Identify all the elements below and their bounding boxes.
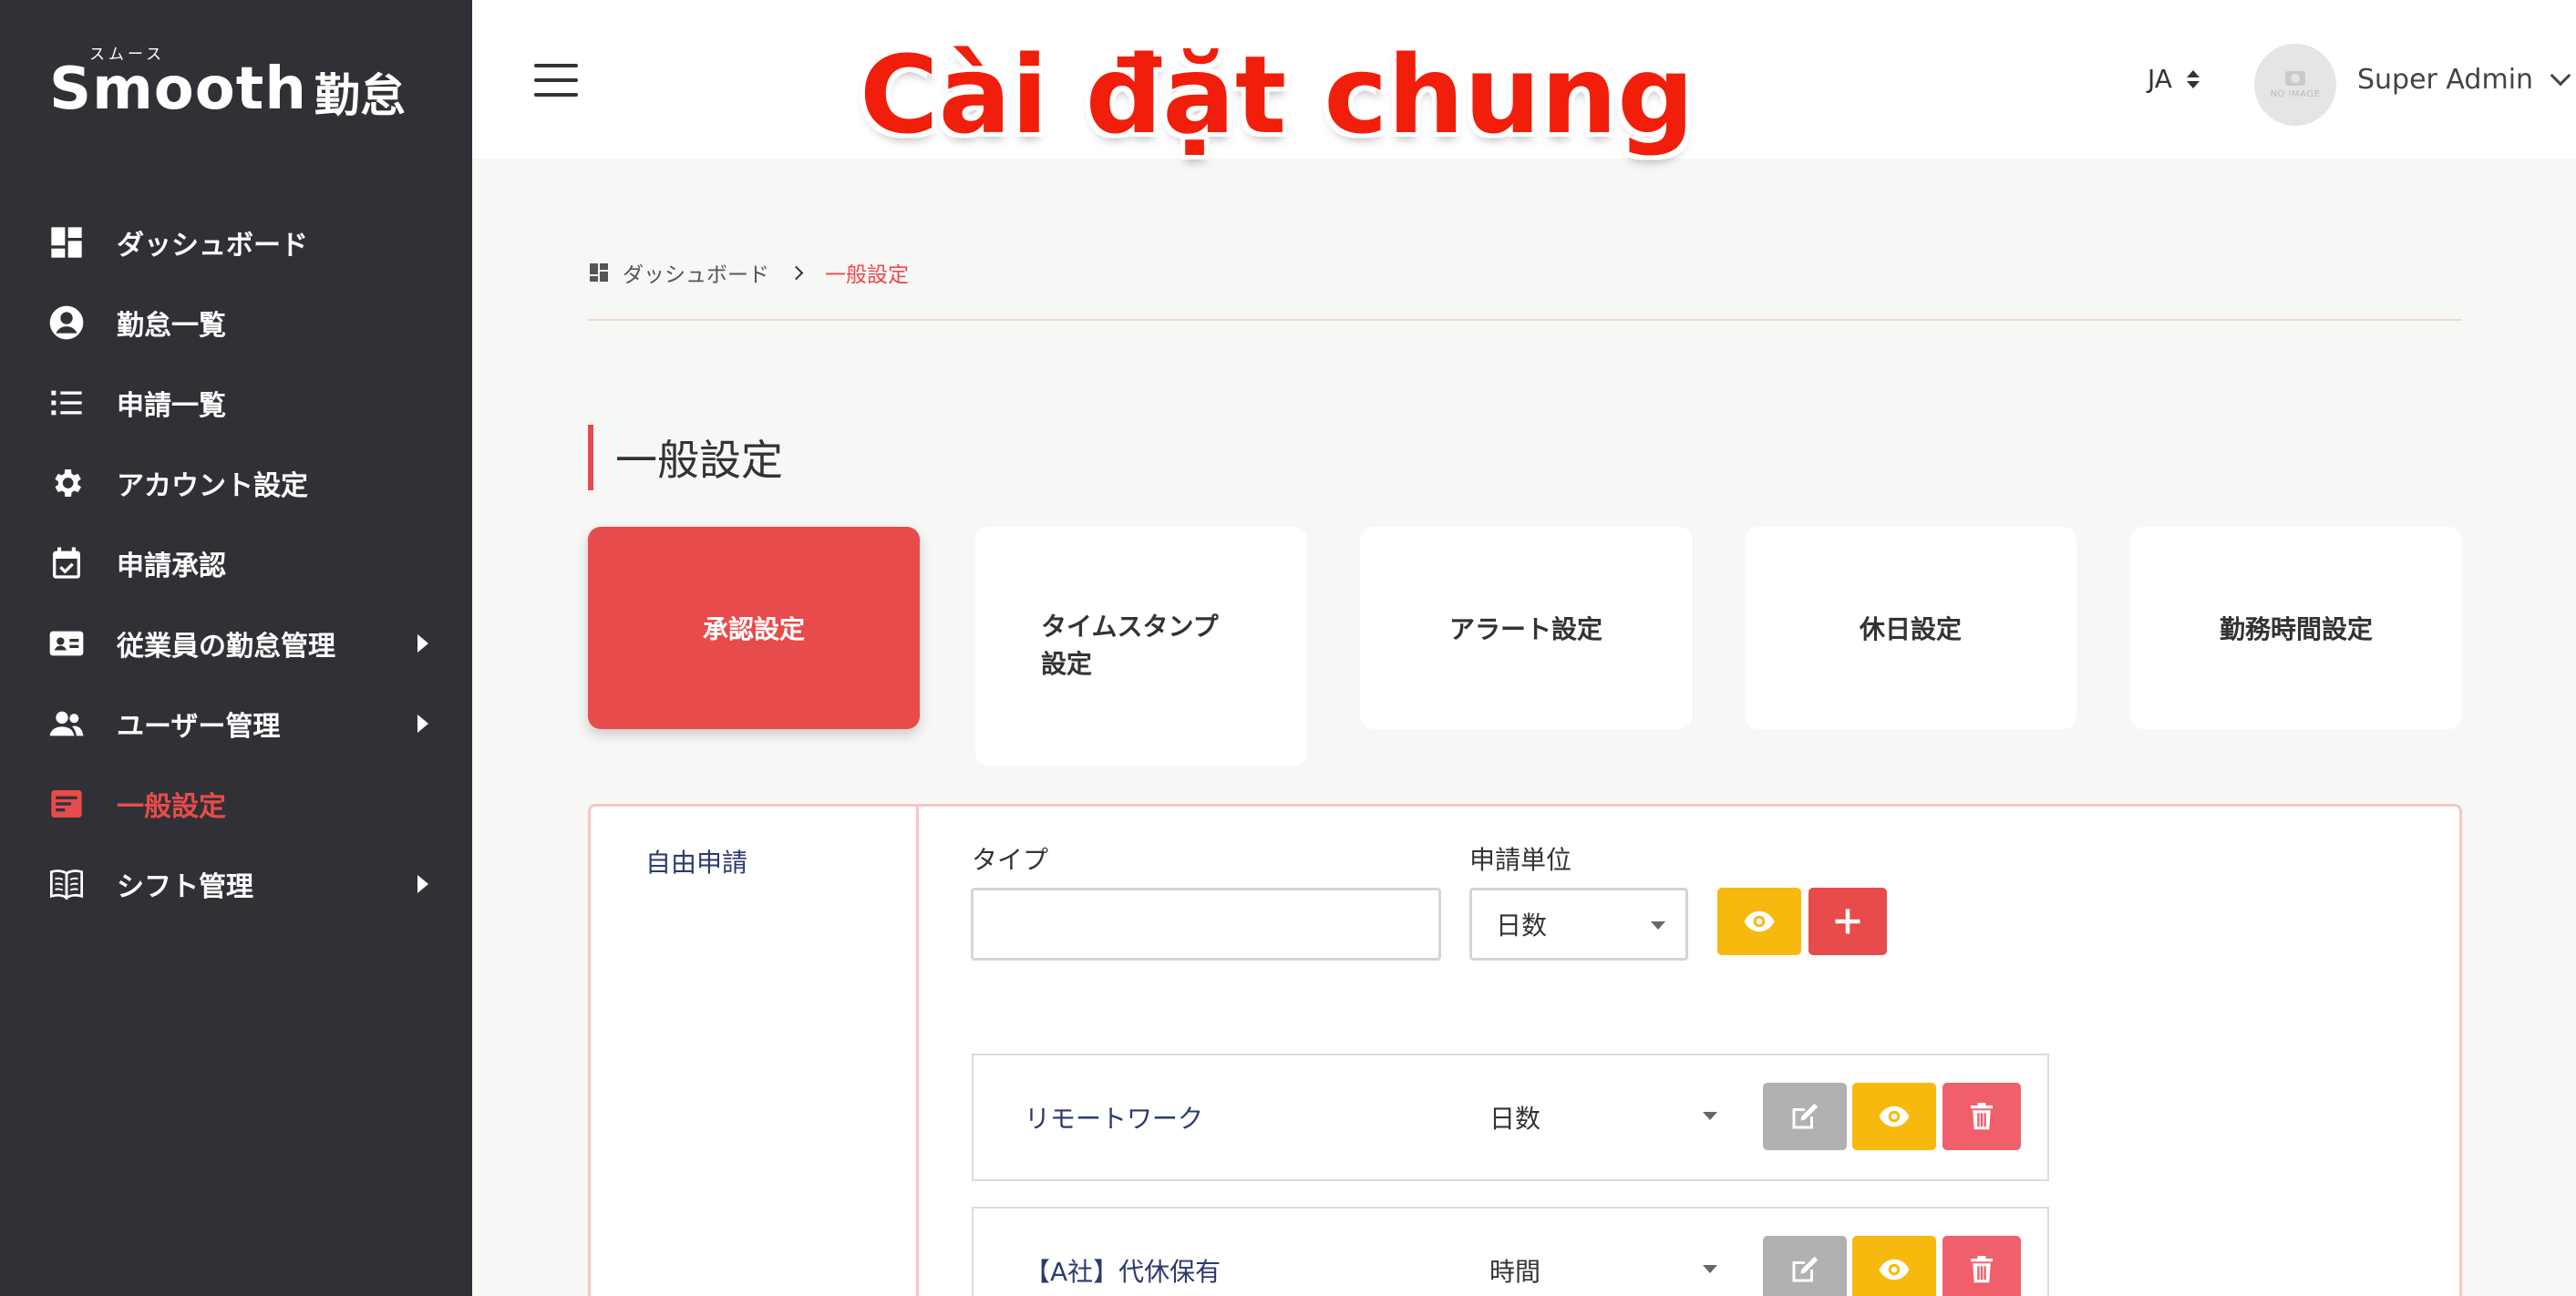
- tab-label: 承認設定: [702, 614, 805, 644]
- avatar[interactable]: NO IMAGE: [2254, 44, 2336, 126]
- sidebar-item-attendance-list[interactable]: 勤怠一覧: [0, 283, 472, 363]
- row-type-name: リモートワーク: [1025, 1104, 1204, 1134]
- calendar-check-icon: [47, 544, 86, 582]
- panel-sidebar: 自由申請: [591, 807, 919, 1296]
- sidebar-item-label: 従業員の勤怠管理: [117, 631, 335, 663]
- trash-icon: [1971, 1256, 1993, 1283]
- logo-jp: 勤怠: [314, 69, 406, 122]
- row-unit-select[interactable]: 日数: [1489, 1099, 1540, 1136]
- eye-icon: [1879, 1259, 1910, 1281]
- camera-icon: [2285, 70, 2305, 86]
- edit-icon: [1792, 1256, 1819, 1282]
- tab-label-line2: 設定: [1041, 649, 1093, 679]
- sidebar-item-label: ユーザー管理: [117, 711, 281, 743]
- breadcrumb-divider: [588, 319, 2462, 321]
- tab-label: アラート設定: [1448, 614, 1602, 644]
- eye-icon: [1879, 1106, 1910, 1127]
- sidebar-item-label: アカウント設定: [117, 470, 308, 502]
- row-unit-select[interactable]: 時間: [1489, 1252, 1540, 1289]
- page-title: 一般設定: [588, 425, 783, 490]
- app-logo[interactable]: スムース Smooth 勤怠: [49, 46, 406, 122]
- preview-button[interactable]: [1717, 888, 1801, 955]
- delete-button[interactable]: [1942, 1083, 2021, 1150]
- sidebar-item-employee-attendance[interactable]: 従業員の勤怠管理: [0, 603, 472, 684]
- sidebar-item-shift-management[interactable]: シフト管理: [0, 844, 472, 924]
- tab-holiday-settings[interactable]: 休日設定: [1745, 527, 2076, 729]
- eye-icon: [1744, 910, 1775, 932]
- breadcrumb-home-link[interactable]: ダッシュボード: [623, 257, 769, 288]
- gear-icon: [47, 464, 86, 502]
- chevron-down-icon: [2550, 65, 2571, 86]
- expand-arrow-icon: [417, 875, 428, 893]
- caret-down-icon: [1651, 921, 1665, 930]
- chevron-right-icon: [788, 265, 804, 280]
- type-input[interactable]: [971, 888, 1441, 961]
- expand-arrow-icon: [417, 634, 428, 653]
- tab-label-line1: タイムスタンプ: [1041, 612, 1219, 643]
- edit-icon: [1792, 1103, 1819, 1129]
- user-circle-icon: [47, 303, 86, 342]
- caret-down-icon: [1703, 1112, 1717, 1120]
- delete-button[interactable]: [1942, 1236, 2021, 1296]
- logo-brand: スムース Smooth: [49, 47, 307, 119]
- avatar-placeholder-text: NO IMAGE: [2270, 88, 2321, 99]
- sidebar-nav: ダッシュボード 勤怠一覧 申請一覧 アカウント設定 申請承認 従業員の勤怠管理 …: [0, 202, 472, 924]
- sidebar-item-label: 申請一覧: [117, 390, 226, 422]
- tab-label: タイムスタンプ 設定: [1041, 609, 1219, 683]
- logo-kana: スムース: [89, 46, 166, 64]
- sidebar-item-request-list[interactable]: 申請一覧: [0, 363, 472, 443]
- plus-icon: [1835, 909, 1860, 934]
- sidebar-item-user-management[interactable]: ユーザー管理: [0, 684, 472, 764]
- dashboard-icon: [590, 263, 608, 282]
- sidebar-item-general-settings[interactable]: 一般設定: [0, 764, 472, 844]
- type-label: タイプ: [972, 845, 1049, 875]
- settings-card-icon: [47, 785, 86, 823]
- user-name: Super Admin: [2357, 64, 2534, 96]
- unit-select-value: 日数: [1496, 910, 1548, 941]
- sidebar-item-request-approval[interactable]: 申請承認: [0, 523, 472, 603]
- tab-timestamp-settings[interactable]: タイムスタンプ 設定: [975, 527, 1307, 766]
- dashboard-icon: [47, 223, 86, 262]
- sidebar-item-label: 一般設定: [117, 791, 226, 823]
- trash-icon: [1971, 1103, 1993, 1130]
- hamburger-menu-icon[interactable]: [534, 64, 578, 97]
- logo-brand-text: Smooth: [49, 56, 307, 123]
- add-button[interactable]: [1808, 888, 1887, 955]
- breadcrumb: ダッシュボード 一般設定: [588, 257, 909, 288]
- edit-button[interactable]: [1763, 1236, 1847, 1296]
- unit-select[interactable]: 日数: [1469, 888, 1688, 961]
- sort-arrows-icon: [2186, 69, 2200, 88]
- expand-arrow-icon: [417, 715, 428, 733]
- sidebar-item-account-settings[interactable]: アカウント設定: [0, 443, 472, 523]
- sidebar-item-label: 勤怠一覧: [117, 310, 226, 342]
- unit-label: 申請単位: [1469, 845, 1572, 875]
- sidebar-item-label: 申請承認: [117, 550, 226, 582]
- sidebar: スムース Smooth 勤怠 ダッシュボード 勤怠一覧 申請一覧 アカウント設定…: [0, 0, 472, 1296]
- tab-label: 勤務時間設定: [2219, 614, 2373, 644]
- user-menu[interactable]: Super Admin: [2357, 64, 2571, 96]
- tab-label: 休日設定: [1859, 614, 1962, 644]
- breadcrumb-current: 一般設定: [825, 263, 909, 287]
- id-card-icon: [47, 624, 86, 663]
- view-button[interactable]: [1852, 1236, 1936, 1296]
- tab-alert-settings[interactable]: アラート設定: [1360, 527, 1692, 729]
- book-icon: [47, 865, 86, 903]
- tab-working-hours-settings[interactable]: 勤務時間設定: [2130, 527, 2462, 729]
- users-icon: [47, 705, 86, 743]
- tab-approval-settings[interactable]: 承認設定: [588, 527, 920, 729]
- language-selector[interactable]: JA: [2148, 64, 2200, 94]
- row-type-name: 【A社】代休保有: [1025, 1257, 1221, 1287]
- list-icon: [47, 384, 86, 422]
- caret-down-icon: [1703, 1265, 1717, 1273]
- view-button[interactable]: [1852, 1083, 1936, 1150]
- sidebar-item-dashboard[interactable]: ダッシュボード: [0, 202, 472, 283]
- language-value: JA: [2148, 64, 2172, 94]
- top-header: Cài đặt chung JA NO IMAGE Super Admin: [472, 0, 2576, 159]
- sidebar-item-label: ダッシュボード: [117, 230, 308, 262]
- edit-button[interactable]: [1763, 1083, 1847, 1150]
- sidebar-item-label: シフト管理: [117, 871, 253, 903]
- overlay-caption: Cài đặt chung: [860, 32, 1695, 158]
- section-label: 自由申請: [645, 848, 748, 878]
